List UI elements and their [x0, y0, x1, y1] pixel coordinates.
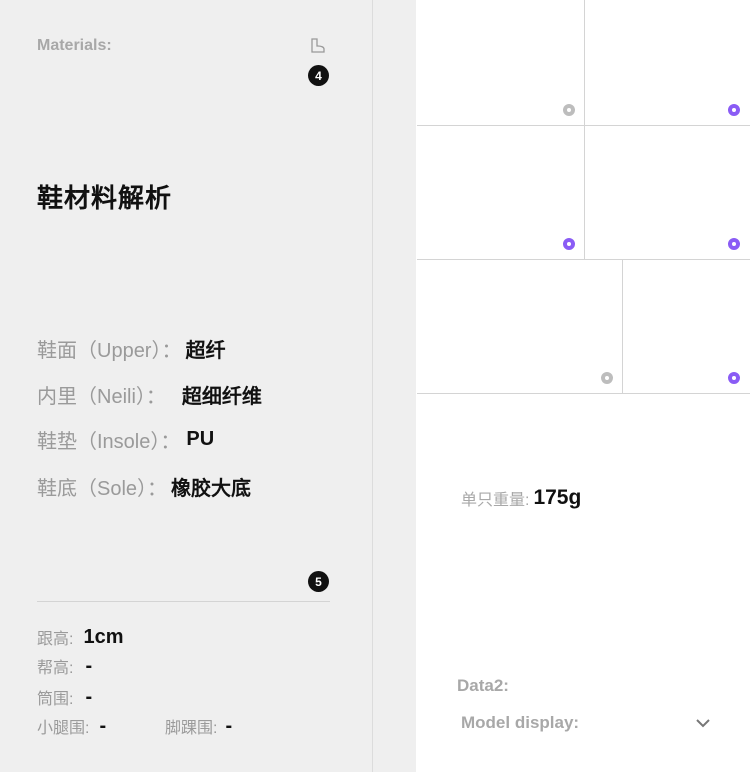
grid-divider	[622, 260, 623, 393]
upper-height-value: -	[85, 654, 93, 677]
chevron-down-icon[interactable]	[695, 715, 711, 731]
ankle-circumference-value: -	[225, 714, 233, 737]
tube-circumference-row: 筒围: -	[37, 685, 92, 709]
upper-height-label: 帮高:	[37, 660, 74, 677]
grid-divider	[417, 259, 750, 260]
heel-height-value: 1cm	[83, 625, 124, 648]
swatch-radio-selected[interactable]	[563, 238, 575, 250]
spec-row-upper: 鞋面（Upper）： 超纤	[37, 333, 225, 363]
grid-divider	[584, 0, 585, 259]
spec-label: 鞋垫（Insole）：	[37, 430, 181, 453]
heel-height-label: 跟高:	[37, 631, 74, 648]
calf-circumference-value: -	[99, 714, 107, 737]
spec-value: 超纤	[185, 339, 226, 362]
swatch-radio[interactable]	[601, 372, 613, 384]
step-badge-4: 4	[308, 65, 329, 86]
swatch-radio-selected[interactable]	[728, 372, 740, 384]
ankle-circumference-label: 脚踝围:	[165, 720, 218, 737]
spec-value: PU	[186, 427, 215, 450]
swatch-radio-selected[interactable]	[728, 238, 740, 250]
materials-label: Materials:	[37, 37, 112, 54]
tube-circumference-value: -	[85, 685, 93, 708]
spec-label: 内里（Neili）：	[37, 385, 166, 408]
spec-row-sole: 鞋底（Sole）： 橡胶大底	[37, 471, 251, 501]
model-display-dropdown[interactable]: Model display:	[461, 713, 579, 733]
spec-value: 橡胶大底	[171, 477, 252, 500]
spec-row-insole: 鞋垫（Insole）： PU	[37, 424, 214, 454]
spec-value: 超细纤维	[181, 385, 262, 408]
panel-gutter	[373, 0, 416, 772]
page-title: 鞋材料解析	[37, 183, 173, 213]
spec-label: 鞋面（Upper）：	[37, 339, 182, 362]
swatch-radio[interactable]	[563, 104, 575, 116]
calf-circumference-label: 小腿围:	[37, 720, 90, 737]
heel-height-row: 跟高: 1cm	[37, 625, 123, 649]
spec-label: 鞋底（Sole）：	[37, 477, 168, 500]
step-badge-5: 5	[308, 571, 329, 592]
grid-divider	[417, 393, 750, 394]
weight-value: 175g	[533, 486, 582, 509]
swatch-radio-selected[interactable]	[728, 104, 740, 116]
tube-circumference-label: 筒围:	[37, 691, 74, 708]
upper-height-row: 帮高: -	[37, 654, 92, 678]
data2-label: Data2:	[457, 676, 509, 695]
spec-row-lining: 内里（Neili）： 超细纤维	[37, 379, 262, 409]
calf-circumference-row: 小腿围: -	[37, 714, 106, 738]
weight-label: 单只重量:	[461, 492, 530, 509]
single-weight: 单只重量: 175g	[461, 486, 581, 510]
boot-icon	[311, 38, 325, 53]
ankle-circumference-row: 脚踝围: -	[165, 714, 232, 738]
divider	[37, 601, 330, 602]
